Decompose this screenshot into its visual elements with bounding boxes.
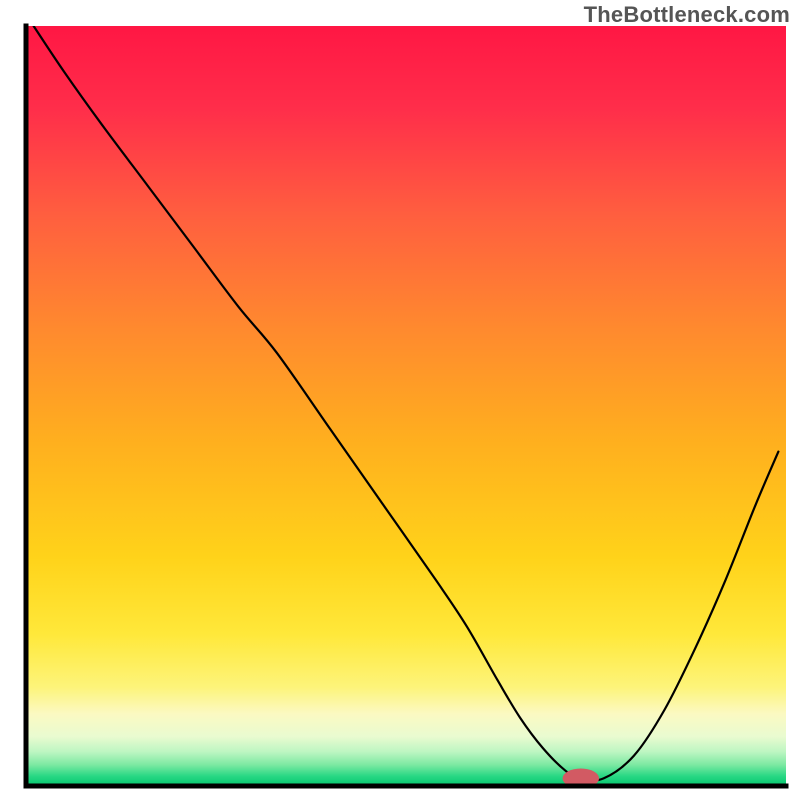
bottleneck-chart (0, 0, 800, 800)
watermark-text: TheBottleneck.com (584, 2, 790, 28)
gradient-background (26, 26, 786, 786)
chart-stage: TheBottleneck.com (0, 0, 800, 800)
